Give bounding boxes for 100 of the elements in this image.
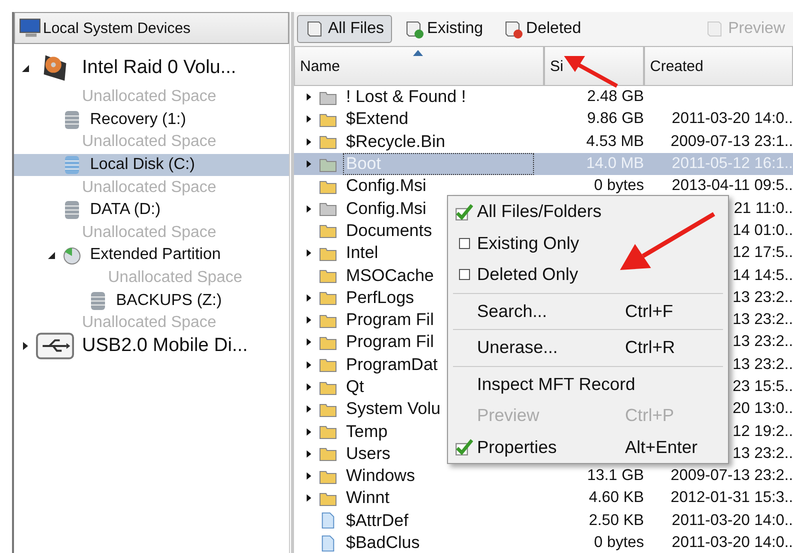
created-date: 23 15:5.. [732, 378, 793, 395]
panel-title: Local System Devices [43, 20, 191, 36]
expand-arrow-icon[interactable] [304, 248, 313, 258]
file-name: Winnt [345, 487, 390, 510]
document-delete-icon [503, 19, 524, 39]
created-date: 13 23:2.. [732, 333, 793, 350]
unallocated-space-label: Unallocated Space [81, 178, 218, 197]
monitor-icon [19, 18, 41, 38]
unallocated-space-label: Unallocated Space [81, 224, 218, 242]
created-date: 21 11:0.. [734, 200, 793, 217]
created-date: 13 23:2.. [732, 288, 793, 306]
created-date: 2009-07-13 23:2.. [670, 467, 793, 484]
toolbar-button[interactable]: Deleted [495, 15, 590, 43]
menu-item[interactable]: Search... Ctrl+F [451, 296, 725, 327]
expand-arrow-icon[interactable] [304, 337, 313, 348]
file-name: System Volu [345, 398, 442, 420]
file-size: 14.0 MB [586, 155, 644, 172]
file-name: Documents [345, 220, 433, 242]
created-date: 13 23:2.. [732, 444, 793, 462]
tree-item[interactable]: Recovery (1:) [88, 110, 188, 129]
expand-arrow-icon[interactable] [304, 426, 313, 437]
checkbox[interactable] [458, 238, 470, 249]
document-check-icon [404, 19, 424, 39]
expand-arrow-icon[interactable] [304, 360, 313, 370]
column-header[interactable]: Name [294, 46, 544, 86]
file-name: Boot [343, 153, 534, 176]
tree-item[interactable]: BACKUPS (Z:) [114, 292, 224, 310]
folder-icon [319, 423, 337, 440]
file-name: Qt [345, 376, 365, 398]
folder-icon [319, 222, 337, 240]
menu-item[interactable]: Inspect MFT Record [451, 368, 725, 400]
created-date: 13 23:2.. [732, 356, 793, 373]
file-size: 2.48 GB [587, 88, 644, 106]
folder-icon [319, 445, 337, 462]
expand-arrow-icon[interactable] [304, 136, 313, 147]
file-size: 2.50 KB [588, 512, 644, 529]
tree-item[interactable]: USB2.0 Mobile Di... [80, 334, 250, 357]
unallocated-space-label: Unallocated Space [81, 314, 218, 332]
menu-item[interactable]: Deleted Only [451, 259, 725, 290]
created-date: 12 19:2.. [732, 422, 793, 440]
expand-arrow-icon[interactable] [304, 404, 313, 414]
file-name: ProgramDat [345, 354, 439, 376]
file-name: ! Lost & Found ! [345, 86, 468, 108]
expand-arrow-icon[interactable] [304, 159, 313, 170]
expand-arrow-icon[interactable] [304, 471, 313, 482]
tree-item[interactable]: DATA (D:) [88, 201, 163, 220]
collapse-arrow-icon[interactable] [20, 63, 30, 73]
expand-arrow-icon[interactable] [304, 382, 313, 392]
expand-arrow-icon[interactable] [304, 92, 313, 102]
folder-icon [319, 200, 337, 218]
file-name: Intel [345, 242, 380, 264]
menu-item[interactable]: Existing Only [451, 228, 725, 259]
file-size: 13.1 GB [587, 467, 644, 484]
unallocated-space-label: Unallocated Space [107, 269, 244, 288]
file-icon [319, 534, 337, 552]
created-date: 2012-01-31 15:3.. [670, 489, 793, 506]
created-date: 14 01:0.. [732, 222, 793, 239]
checkbox[interactable] [458, 269, 470, 280]
menu-item[interactable]: Properties Alt+Enter [451, 432, 725, 463]
file-name: $AttrDef [345, 510, 410, 532]
file-size: 9.86 GB [587, 110, 644, 128]
file-name: Users [345, 442, 392, 465]
file-size: 0 bytes [594, 177, 644, 194]
expand-arrow-icon[interactable] [304, 448, 313, 459]
tree-item[interactable]: Intel Raid 0 Volu... [80, 57, 238, 79]
file-name: Config.Msi [345, 198, 428, 220]
expand-arrow-icon[interactable] [20, 340, 30, 351]
created-date: 2013-04-11 09:5.. [672, 177, 793, 194]
created-date: 2011-03-20 14:0.. [672, 110, 793, 128]
folder-icon [319, 133, 337, 150]
file-size: 0 bytes [594, 534, 644, 552]
created-date: 2009-07-13 23:1.. [670, 132, 793, 150]
file-name: $Extend [345, 108, 410, 130]
expand-arrow-icon[interactable] [304, 204, 313, 214]
created-date: 2011-03-20 14:0.. [672, 512, 793, 529]
file-icon [319, 512, 337, 530]
expand-arrow-icon[interactable] [304, 493, 313, 504]
usb-icon [36, 330, 74, 362]
column-header[interactable]: Si [544, 46, 644, 86]
file-name: Program Fil [345, 331, 435, 354]
expand-arrow-icon[interactable] [304, 114, 313, 124]
menu-item[interactable]: Unerase... Ctrl+R [451, 332, 725, 364]
expand-arrow-icon[interactable] [304, 292, 313, 303]
database-icon [62, 155, 82, 176]
file-name: Config.Msi [345, 175, 428, 198]
toolbar-button[interactable]: Existing [396, 15, 492, 43]
created-date: 20 13:0.. [732, 400, 793, 418]
expand-arrow-icon[interactable] [304, 315, 313, 326]
menu-item[interactable]: All Files/Folders [451, 196, 725, 228]
unallocated-space-label: Unallocated Space [81, 88, 218, 106]
file-name: Windows [345, 465, 416, 488]
toolbar-button[interactable]: All Files [297, 15, 392, 43]
column-header[interactable]: Created [644, 46, 793, 86]
folder-icon [319, 267, 337, 284]
file-name: PerfLogs [345, 286, 416, 309]
tree-item[interactable]: Extended Partition [88, 246, 223, 264]
folder-icon [319, 356, 337, 374]
created-date: 14 14:5.. [732, 266, 793, 284]
file-name: Program Fil [345, 309, 435, 332]
collapse-arrow-icon[interactable] [46, 250, 56, 260]
